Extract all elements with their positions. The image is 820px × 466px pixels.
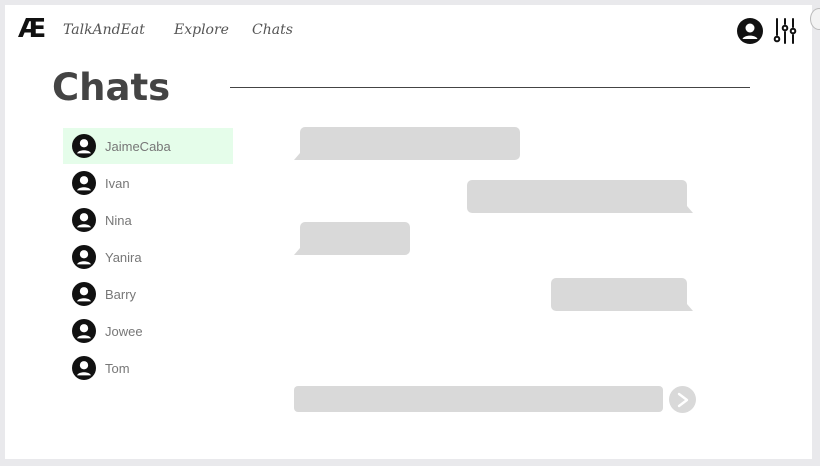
- contact-name: Jowee: [105, 323, 143, 339]
- user-avatar-icon: [72, 356, 96, 380]
- contact-item-barry[interactable]: Barry: [63, 276, 233, 312]
- user-avatar-icon: [72, 134, 96, 158]
- message-bubble-incoming: [300, 127, 520, 160]
- contact-name: Nina: [105, 212, 132, 228]
- contact-name: Tom: [105, 360, 130, 376]
- bubble-tail: [294, 153, 300, 160]
- contact-item-jaimecaba[interactable]: JaimeCaba: [63, 128, 233, 164]
- message-bubble-outgoing: [467, 180, 687, 213]
- contact-name: Ivan: [105, 175, 130, 191]
- user-avatar-icon: [72, 245, 96, 269]
- message-bubble-outgoing: [551, 278, 687, 311]
- contact-name: Barry: [105, 286, 137, 302]
- nav-link-chats[interactable]: Chats: [252, 22, 293, 38]
- bubble-tail: [687, 304, 693, 311]
- contact-item-nina[interactable]: Nina: [63, 202, 233, 238]
- contact-item-tom[interactable]: Tom: [63, 350, 233, 386]
- user-avatar-icon: [72, 171, 96, 195]
- message-input[interactable]: [294, 386, 663, 412]
- bubble-tail: [294, 248, 300, 255]
- bubble-tail: [687, 206, 693, 213]
- contact-item-yanira[interactable]: Yanira: [63, 239, 233, 275]
- send-button[interactable]: [669, 386, 696, 413]
- user-avatar-icon: [72, 208, 96, 232]
- contact-item-ivan[interactable]: Ivan: [63, 165, 233, 201]
- contact-name: Yanira: [105, 249, 142, 265]
- message-bubble-incoming: [300, 222, 410, 255]
- nav-link-explore[interactable]: Explore: [174, 22, 229, 38]
- contact-name: JaimeCaba: [105, 138, 171, 154]
- user-avatar-icon: [72, 282, 96, 306]
- filters-icon[interactable]: [773, 18, 797, 44]
- title-divider: [230, 87, 750, 88]
- nav-link-talkandeat[interactable]: TalkAndEat: [63, 22, 145, 38]
- user-profile-icon[interactable]: [737, 18, 763, 44]
- contact-item-jowee[interactable]: Jowee: [63, 313, 233, 349]
- chevron-right-icon: [677, 392, 688, 407]
- page-title: Chats: [52, 66, 171, 109]
- logo[interactable]: Æ: [18, 14, 46, 44]
- user-avatar-icon: [72, 319, 96, 343]
